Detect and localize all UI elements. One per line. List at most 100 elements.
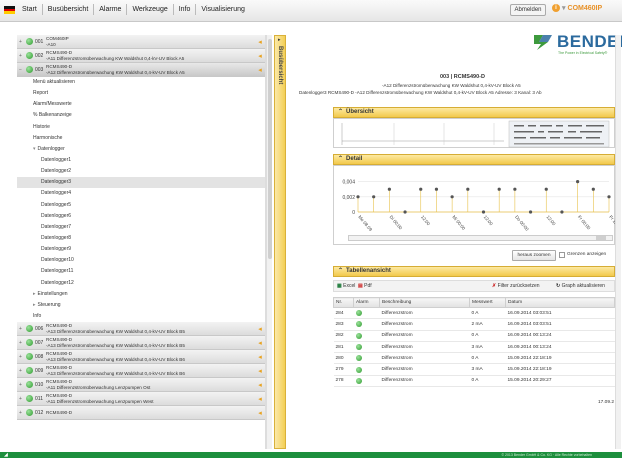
data-point[interactable] xyxy=(607,195,611,199)
device-row[interactable]: +010 RCMS490-D -A11 Differenzstromüberwach… xyxy=(17,378,265,393)
menu-busuebersicht[interactable]: Busübersicht xyxy=(43,4,95,15)
tree-datalogger-item[interactable]: Datenlogger12 xyxy=(17,278,265,289)
table-row[interactable]: 281 Differenzstrom 3 mA 16.09.2014 00:13:24 xyxy=(333,341,615,354)
pdf-button[interactable]: ▤ Pdf xyxy=(358,283,372,289)
expand-toggle-icon[interactable]: + xyxy=(17,382,24,388)
data-point[interactable] xyxy=(434,187,439,191)
tree-menu-item[interactable]: Harmonische xyxy=(17,133,265,144)
data-point[interactable] xyxy=(544,187,548,191)
open-device-arrow-icon[interactable]: ◂ xyxy=(255,381,265,389)
expand-toggle-icon[interactable]: + xyxy=(17,326,24,332)
menu-werkzeuge[interactable]: Werkzeuge xyxy=(127,4,174,15)
tree-menu-item[interactable]: Alarm/Messwerte xyxy=(17,99,265,110)
open-device-arrow-icon[interactable]: ◂ xyxy=(255,353,265,361)
tree-datalogger-item[interactable]: Datenlogger11 xyxy=(17,266,265,277)
device-row[interactable]: +002 RCMS490-D -A11 Differenzstromüberwach… xyxy=(17,49,265,63)
menu-start[interactable]: Start xyxy=(17,4,43,15)
expand-toggle-icon[interactable]: + xyxy=(17,396,24,402)
busuebersicht-collapse-tab[interactable]: ▸ Busübersicht xyxy=(274,35,286,449)
device-row[interactable]: +011 RCMS490-D -A11 Differenzstromüberwach… xyxy=(17,392,265,407)
data-point[interactable] xyxy=(403,210,407,214)
menu-visualisierung[interactable]: Visualisierung xyxy=(196,4,249,15)
device-row[interactable]: +009 RCMS490-D -A13 Differenzstromüberwach… xyxy=(17,364,265,379)
tree-menu-item[interactable]: ▸ Steuerung xyxy=(17,300,265,311)
tree-menu-item[interactable]: Historie xyxy=(17,122,265,133)
tree-menu-item[interactable]: % Balkenanzeige xyxy=(17,110,265,121)
data-point[interactable] xyxy=(591,187,595,191)
open-device-arrow-icon[interactable]: ◂ xyxy=(255,409,265,417)
overview-chart[interactable] xyxy=(333,118,615,148)
tree-datalogger-item[interactable]: Datenlogger3 xyxy=(17,177,265,189)
tree-menu-item[interactable]: Menü aktualisieren xyxy=(17,77,265,88)
logout-button[interactable]: Abmelden xyxy=(510,4,546,16)
data-point[interactable] xyxy=(372,195,376,199)
menu-alarme[interactable]: Alarme xyxy=(94,4,128,15)
expand-toggle-icon[interactable]: + xyxy=(17,340,24,346)
tree-menu-item[interactable]: ▸ Einstellungen xyxy=(17,289,265,300)
table-row[interactable]: 278 Differenzstrom 0 A 15.09.2014 20:29:27 xyxy=(333,375,615,388)
tree-menu-item[interactable]: Report xyxy=(17,88,265,99)
data-point[interactable] xyxy=(419,187,423,191)
table-row[interactable]: 280 Differenzstrom 0 A 15.09.2014 22:18:19 xyxy=(333,352,615,365)
data-point[interactable] xyxy=(528,210,533,214)
open-device-arrow-icon[interactable]: ◂ xyxy=(255,367,265,375)
tree-menu-item[interactable]: Info xyxy=(17,311,265,322)
table-row[interactable]: 279 Differenzstrom 3 mA 15.09.2014 22:18:19 xyxy=(333,363,615,376)
device-row[interactable]: +008 RCMS490-D -A13 Differenzstromüberwach… xyxy=(17,350,265,365)
col-alarm[interactable]: Alarm xyxy=(353,297,380,308)
data-point[interactable] xyxy=(497,187,501,191)
limits-checkbox[interactable] xyxy=(559,252,565,258)
device-row[interactable]: +001 COM460IP -A10 ◂ xyxy=(17,35,265,49)
device-row[interactable]: +007 RCMS490-D -A13 Differenzstromüberwach… xyxy=(17,336,265,351)
german-flag-icon[interactable] xyxy=(4,6,15,14)
expand-toggle-icon[interactable]: + xyxy=(17,410,24,416)
open-device-arrow-icon[interactable]: ◂ xyxy=(255,66,265,74)
refresh-graph-button[interactable]: ↻ Graph aktualisieren xyxy=(556,283,605,289)
tree-datalogger-item[interactable]: Datenlogger1 xyxy=(17,155,265,166)
content-scrollbar[interactable] xyxy=(615,35,621,449)
col-datum[interactable]: Datum xyxy=(505,297,615,308)
tree-datalogger-item[interactable]: Datenlogger7 xyxy=(17,222,265,233)
data-point[interactable] xyxy=(450,195,454,199)
table-row[interactable]: 282 Differenzstrom 0 A 16.09.2014 00:13:24 xyxy=(333,330,615,342)
tree-datalogger-item[interactable]: Datenlogger9 xyxy=(17,244,265,255)
expand-toggle-icon[interactable]: + xyxy=(17,354,24,360)
col-beschreibung[interactable]: Beschreibung xyxy=(379,297,470,308)
expand-toggle-icon[interactable]: + xyxy=(17,53,24,59)
tree-datalogger-item[interactable]: Datenlogger4 xyxy=(17,188,265,199)
detail-chart[interactable]: 0,004 0,002 0Mo 08.09 Di 00:00 12:00 Mi 00:00… xyxy=(334,166,622,246)
data-point[interactable] xyxy=(560,210,564,214)
expand-icon[interactable]: ▸ xyxy=(33,291,36,297)
tree-datalogger-item[interactable]: Datenlogger6 xyxy=(17,211,265,222)
expand-toggle-icon[interactable]: + xyxy=(17,368,24,374)
overview-panel-header[interactable]: ⌃ Übersicht xyxy=(333,107,615,118)
table-row[interactable]: 283 Differenzstrom 2 mA 16.09.2014 03:03:51 xyxy=(333,318,615,331)
tree-scrollbar[interactable] xyxy=(266,35,272,449)
open-device-arrow-icon[interactable]: ◂ xyxy=(255,339,265,347)
tree-datalogger-item[interactable]: Datenlogger5 xyxy=(17,200,265,211)
device-row[interactable]: +006 RCMS490-D -A13 Differenzstromüberwach… xyxy=(17,322,265,337)
data-point[interactable] xyxy=(356,195,360,199)
open-device-arrow-icon[interactable]: ◂ xyxy=(255,325,265,333)
expand-toggle-icon[interactable]: + xyxy=(17,39,24,45)
table-panel-header[interactable]: ⌃ Tabellenansicht xyxy=(333,266,615,277)
device-row[interactable]: +012 RCMS490-D ◂ xyxy=(17,406,265,421)
col-messwert[interactable]: Messwert xyxy=(469,297,506,308)
expand-icon[interactable]: ▸ xyxy=(33,302,36,308)
excel-button[interactable]: ▦ Excel xyxy=(337,283,355,289)
tree-datalogger-group[interactable]: ▾ Datenlogger xyxy=(17,144,265,155)
tree-datalogger-item[interactable]: Datenlogger2 xyxy=(17,166,265,177)
detail-panel-header[interactable]: ⌃ Detail xyxy=(333,154,615,165)
collapse-icon[interactable]: ▾ xyxy=(33,146,36,152)
data-point[interactable] xyxy=(576,180,580,184)
data-point[interactable] xyxy=(481,210,486,214)
device-row[interactable]: − 003 RCMS490-D -A12 Differenzstromüberwach… xyxy=(17,63,265,77)
reset-filter-button[interactable]: ✗ Filter zurücksetzen xyxy=(492,283,540,289)
col-nr[interactable]: Nr. xyxy=(333,297,354,308)
open-device-arrow-icon[interactable]: ◂ xyxy=(255,395,265,403)
data-point[interactable] xyxy=(387,187,391,191)
chevron-down-icon[interactable]: ▾ xyxy=(562,4,566,12)
menu-info[interactable]: Info xyxy=(174,4,197,15)
tree-datalogger-item[interactable]: Datenlogger8 xyxy=(17,233,265,244)
open-device-arrow-icon[interactable]: ◂ xyxy=(255,52,265,60)
